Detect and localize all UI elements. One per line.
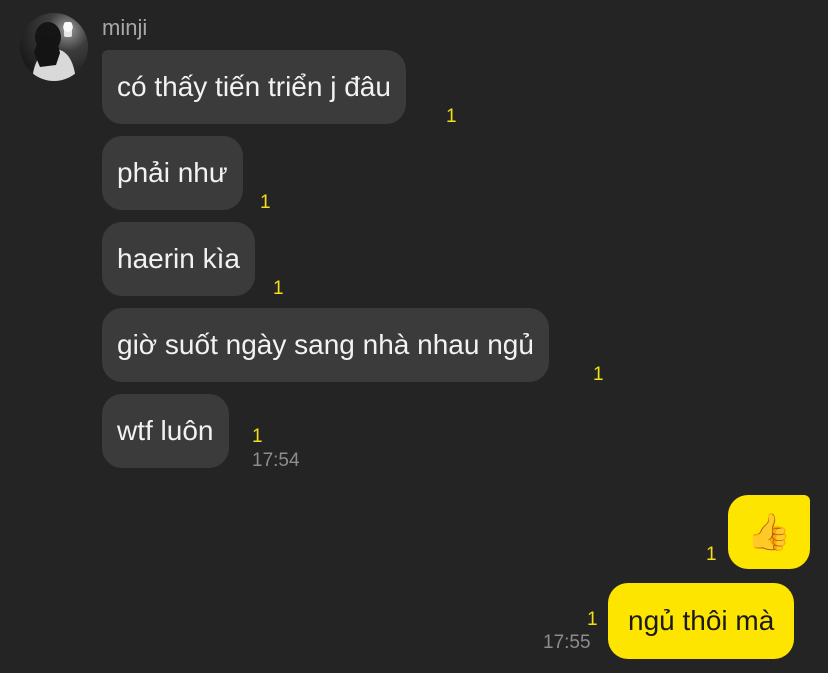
message-bubble[interactable]: wtf luôn (102, 394, 229, 468)
message-text: giờ suốt ngày sang nhà nhau ngủ (117, 329, 534, 360)
unread-count: 1 (593, 364, 604, 385)
message-bubble-own[interactable]: ngủ thôi mà (608, 583, 795, 659)
message-text: wtf luôn (117, 415, 214, 446)
message-text: haerin kìa (117, 243, 240, 274)
message-bubble-own[interactable]: 👍 (728, 495, 810, 569)
sender-name: minji (102, 15, 148, 40)
sender-avatar[interactable] (20, 13, 88, 81)
message-bubble[interactable]: giờ suốt ngày sang nhà nhau ngủ (102, 308, 549, 382)
message-text: phải như (117, 157, 228, 188)
message-bubble[interactable]: haerin kìa (102, 222, 255, 296)
unread-count: 1 (252, 426, 263, 447)
unread-count: 1 (706, 544, 717, 565)
message-text: ngủ thôi mà (628, 605, 775, 636)
unread-count: 1 (260, 192, 271, 213)
unread-count: 1 (587, 609, 598, 630)
message-text: có thấy tiến triển j đâu (117, 71, 391, 102)
message-bubble[interactable]: có thấy tiến triển j đâu (102, 50, 406, 124)
thumbs-up-icon: 👍 (746, 511, 792, 552)
message-bubble[interactable]: phải như (102, 136, 243, 210)
unread-count: 1 (446, 106, 457, 127)
message-timestamp: 17:54 (252, 450, 300, 471)
unread-count: 1 (273, 278, 284, 299)
avatar-photo-icon (32, 22, 76, 81)
message-timestamp: 17:55 (543, 632, 591, 653)
